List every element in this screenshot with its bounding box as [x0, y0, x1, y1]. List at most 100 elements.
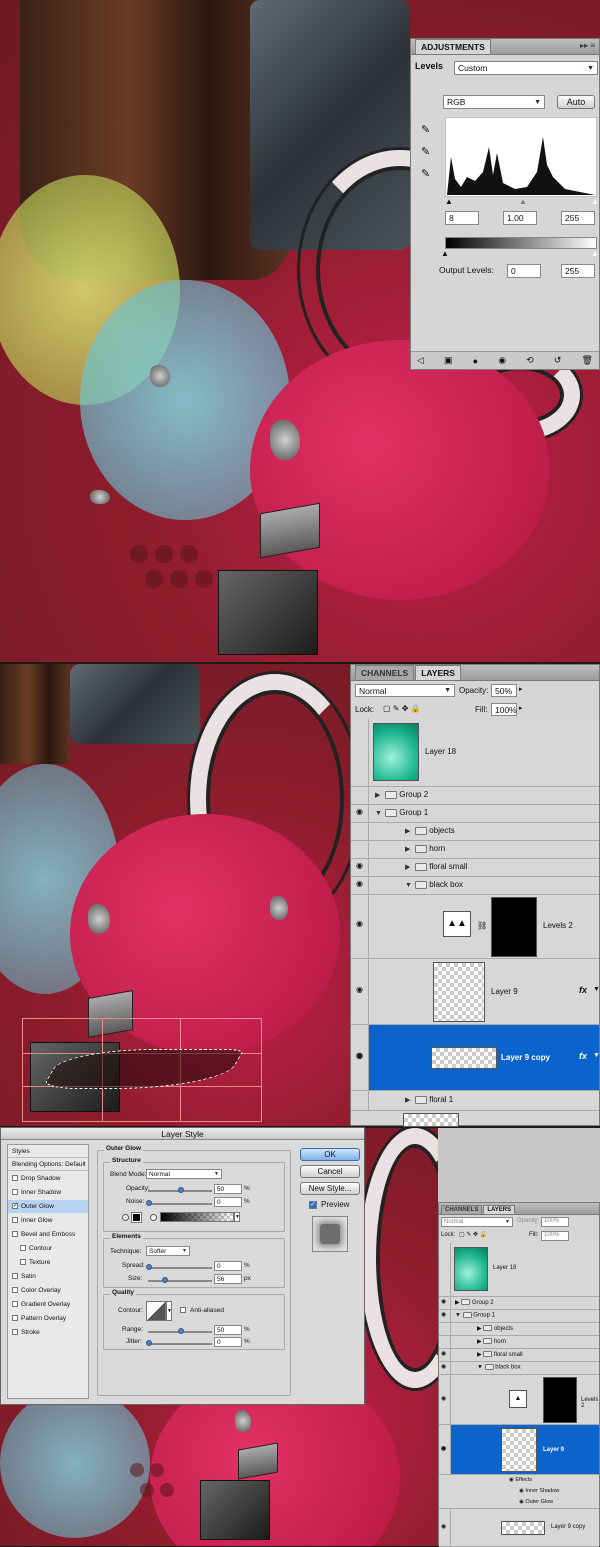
expand-effects-icon[interactable]: ▼ — [593, 1052, 600, 1059]
eye-icon[interactable]: ◉ — [353, 861, 366, 874]
output-black-slider-icon[interactable]: ▲ — [441, 249, 449, 258]
preset-dropdown[interactable]: Custom ▼ — [454, 61, 598, 75]
opacity-field[interactable]: 50% — [491, 684, 517, 697]
tab-layers[interactable]: LAYERS — [483, 1205, 516, 1214]
glow-color-swatch[interactable] — [131, 1212, 142, 1223]
visibility-toggle[interactable]: ◉ — [439, 1297, 451, 1309]
fx-icon[interactable]: fx — [579, 1051, 587, 1061]
collapse-triangle-icon[interactable]: ▼ — [405, 882, 415, 889]
size-field[interactable]: 56 — [214, 1274, 242, 1284]
reset-icon[interactable]: ↺ — [554, 355, 562, 366]
collapse-triangle-icon[interactable]: ▼ — [455, 1313, 461, 1319]
collapse-triangle-icon[interactable]: ▼ — [477, 1365, 483, 1371]
black-box-name[interactable]: black box — [429, 880, 463, 889]
eye-icon[interactable]: ◉ — [353, 807, 366, 820]
checkbox[interactable] — [12, 1217, 18, 1224]
checkbox[interactable] — [12, 1175, 18, 1182]
channel-dropdown[interactable]: RGB ▼ — [443, 95, 545, 109]
input-gamma-field[interactable]: 1.00 — [503, 211, 537, 225]
expand-triangle-icon[interactable]: ▶ — [477, 1326, 482, 1332]
anti-aliased-checkbox[interactable] — [180, 1307, 186, 1313]
spread-field[interactable]: 0 — [214, 1261, 242, 1271]
layer-row-group1[interactable]: ◉ ▼ Group 1 — [439, 1310, 599, 1323]
layer18-name[interactable]: Layer 18 — [425, 747, 456, 756]
inner-shadow-effect-row[interactable]: ◉ Inner Shadow — [439, 1486, 599, 1497]
visibility-toggle[interactable] — [351, 841, 369, 858]
horn-name[interactable]: horn — [429, 844, 445, 853]
clip-layer-icon[interactable]: ● — [473, 356, 478, 366]
style-texture[interactable]: Texture — [8, 1256, 88, 1269]
floral-small-name[interactable]: floral small — [429, 862, 467, 871]
expand-triangle-icon[interactable]: ▶ — [405, 845, 415, 853]
output-black-field[interactable]: 0 — [507, 264, 541, 278]
layer-row-black-box[interactable]: ◉ ▼ black box — [439, 1362, 599, 1375]
objects-name[interactable]: objects — [429, 826, 454, 835]
style-color-overlay[interactable]: Color Overlay — [8, 1284, 88, 1297]
layer-row-levels2[interactable]: ◉ ▲▲ ⛓ Levels 2 — [351, 895, 599, 959]
blending-options-item[interactable]: Blending Options: Default — [8, 1158, 88, 1171]
layer-row-objects[interactable]: ▶ objects — [439, 1323, 599, 1336]
layer-row-horn[interactable]: ▶ horn — [439, 1336, 599, 1349]
visibility-toggle[interactable]: ◉ — [439, 1425, 451, 1474]
tab-channels[interactable]: CHANNELS — [355, 665, 415, 680]
opacity-field[interactable]: 100% — [541, 1217, 569, 1227]
input-gamma-slider-icon[interactable]: ▲ — [519, 197, 527, 206]
horn-name[interactable]: horn — [494, 1339, 506, 1345]
styles-header[interactable]: Styles — [8, 1145, 88, 1158]
checkbox[interactable] — [12, 1329, 18, 1336]
back-arrow-icon[interactable]: ◁ — [417, 355, 424, 366]
layer-row-levels2[interactable]: ◉ ▲ Levels 2 — [439, 1375, 599, 1425]
new-style-button[interactable]: New Style... — [300, 1182, 360, 1195]
transform-bounding-box[interactable] — [22, 1018, 262, 1122]
group2-name[interactable]: Group 2 — [399, 790, 428, 799]
floral-small-name[interactable]: floral small — [494, 1352, 523, 1358]
checkbox[interactable] — [12, 1315, 18, 1322]
visibility-toggle[interactable]: ◉ — [439, 1509, 451, 1546]
expand-triangle-icon[interactable]: ▶ — [477, 1352, 482, 1358]
checkbox[interactable] — [20, 1245, 26, 1252]
style-outer-glow[interactable]: ✓ Outer Glow — [8, 1200, 88, 1213]
technique-dropdown[interactable]: Softer ▼ — [146, 1246, 190, 1256]
visibility-toggle[interactable] — [439, 1336, 451, 1348]
gray-eyedropper-icon[interactable]: ✎ — [421, 145, 430, 158]
layer-row-layer9[interactable]: ◉ Layer 9 fx ▼ — [351, 959, 600, 1025]
solid-color-radio[interactable] — [122, 1214, 129, 1221]
slider-knob[interactable] — [146, 1264, 152, 1270]
eye-icon[interactable]: ◉ — [353, 1051, 366, 1064]
floral1-name[interactable]: floral 1 — [429, 1095, 453, 1104]
ok-button[interactable]: OK — [300, 1148, 360, 1161]
range-slider[interactable] — [148, 1328, 212, 1334]
lock-icons[interactable]: ▢ ✎ ✥ 🔒 — [459, 1231, 487, 1238]
layer9-copy-name[interactable]: Layer 9 copy — [501, 1053, 550, 1062]
style-contour[interactable]: Contour — [8, 1242, 88, 1255]
objects-name[interactable]: objects — [494, 1326, 513, 1332]
layer-row-black-box[interactable]: ◉ ▼ black box — [351, 877, 599, 895]
expand-triangle-icon[interactable]: ▶ — [455, 1300, 460, 1306]
gradient-radio[interactable] — [150, 1214, 157, 1221]
opacity-slider-icon[interactable]: ▸ — [519, 685, 523, 693]
eye-icon[interactable]: ◉ — [441, 1445, 446, 1452]
layer-row-layer9-copy[interactable]: ◉ Layer 9 copy fx ▼ — [351, 1025, 600, 1091]
expand-triangle-icon[interactable]: ▶ — [375, 791, 385, 799]
checkbox[interactable] — [12, 1287, 18, 1294]
group1-name[interactable]: Group 1 — [473, 1313, 495, 1319]
eye-icon[interactable]: ◉ — [441, 1350, 446, 1357]
outer-glow-effect-row[interactable]: ◉ Outer Glow — [439, 1497, 599, 1509]
range-field[interactable]: 50 — [214, 1325, 242, 1335]
visibility-toggle[interactable]: ◉ — [351, 959, 369, 1024]
noise-field[interactable]: 0 — [214, 1197, 242, 1207]
style-drop-shadow[interactable]: Drop Shadow — [8, 1172, 88, 1185]
input-white-slider-icon[interactable]: ▲ — [591, 197, 599, 206]
visibility-eye-icon[interactable]: ◉ — [498, 355, 506, 366]
visibility-toggle[interactable]: ◉ — [351, 805, 369, 822]
eye-icon[interactable]: ◉ — [519, 1488, 524, 1494]
group2-name[interactable]: Group 2 — [472, 1300, 494, 1306]
visibility-toggle[interactable]: ◉ — [351, 895, 369, 958]
layer18-name[interactable]: Layer 18 — [493, 1265, 516, 1271]
visibility-toggle[interactable]: ◉ — [351, 1025, 369, 1090]
size-slider[interactable] — [148, 1277, 212, 1283]
visibility-toggle[interactable] — [351, 823, 369, 840]
layer-row-floral-small[interactable]: ◉ ▶ floral small — [351, 859, 599, 877]
visibility-toggle[interactable]: ◉ — [439, 1375, 451, 1424]
style-satin[interactable]: Satin — [8, 1270, 88, 1283]
